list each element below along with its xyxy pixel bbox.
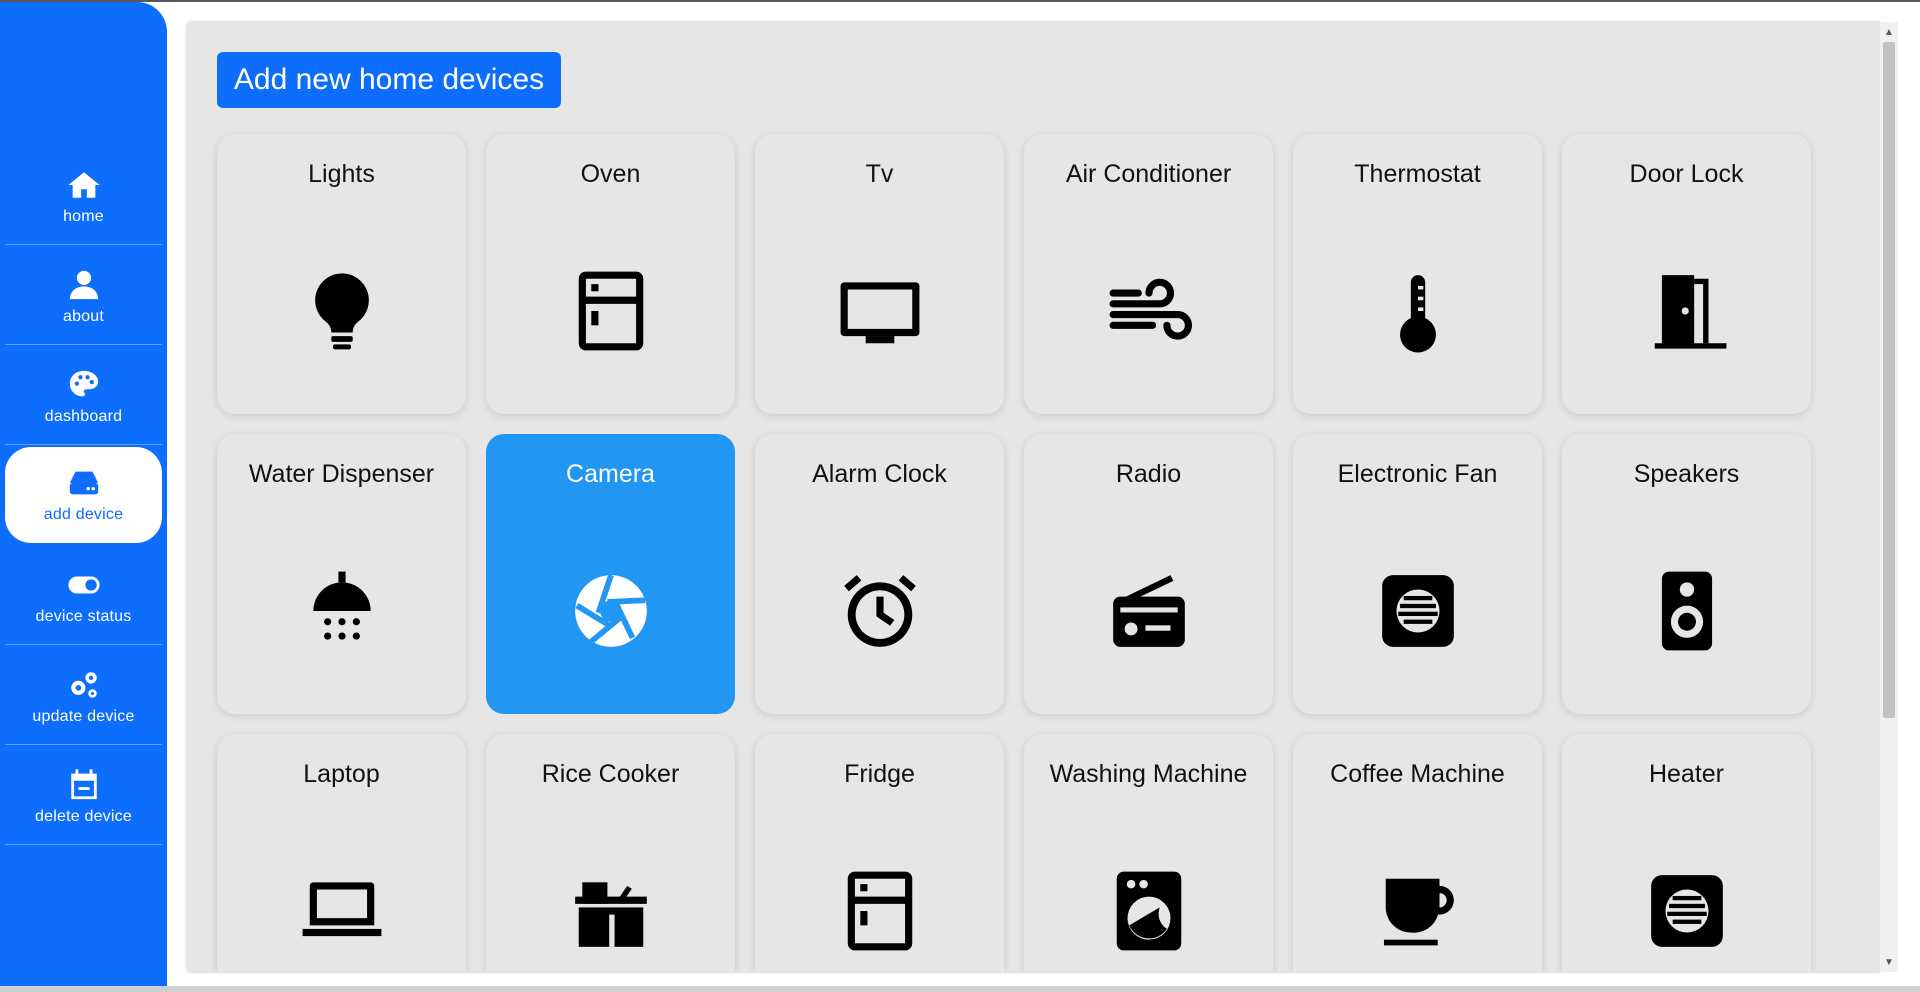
- vertical-scrollbar[interactable]: ▲ ▼: [1880, 22, 1898, 972]
- device-card-water-dispenser[interactable]: Water Dispenser: [217, 434, 466, 714]
- device-name: Door Lock: [1629, 160, 1744, 188]
- sidebar-item-label: add device: [43, 506, 124, 523]
- device-card-laptop[interactable]: Laptop: [217, 734, 466, 972]
- device-card-air-conditioner[interactable]: Air Conditioner: [1024, 134, 1273, 414]
- sidebar-item-label: delete device: [35, 807, 132, 825]
- sidebar-item-delete-device[interactable]: delete device: [5, 749, 162, 845]
- heater-icon: [1644, 868, 1730, 954]
- sidebar-item-device-status[interactable]: device status: [5, 549, 162, 645]
- device-name: Washing Machine: [1049, 760, 1248, 788]
- home-icon: [67, 171, 100, 198]
- door-icon: [1644, 268, 1730, 354]
- scroll-down-arrow-icon[interactable]: ▼: [1880, 954, 1898, 970]
- device-card-electronic-fan[interactable]: Electronic Fan: [1293, 434, 1542, 714]
- laptop-icon: [299, 868, 385, 954]
- sidebar-item-update-device[interactable]: update device: [5, 649, 162, 745]
- calendar-minus-icon: [70, 768, 97, 799]
- device-card-oven[interactable]: Oven: [486, 134, 735, 414]
- device-name: Thermostat: [1354, 160, 1481, 188]
- sidebar-item-about[interactable]: about: [5, 249, 162, 345]
- camera-aperture-icon: [568, 568, 654, 654]
- device-name: Electronic Fan: [1337, 460, 1498, 488]
- device-panel: Add new home devices Lights Oven Tv Air …: [187, 22, 1882, 972]
- alarm-clock-icon: [837, 568, 923, 654]
- device-name: Camera: [566, 460, 655, 488]
- device-card-rice-cooker[interactable]: Rice Cooker: [486, 734, 735, 972]
- sidebar-item-label: dashboard: [44, 407, 123, 425]
- device-card-door-lock[interactable]: Door Lock: [1562, 134, 1811, 414]
- device-card-washing-machine[interactable]: Washing Machine: [1024, 734, 1273, 972]
- device-name: Rice Cooker: [541, 760, 680, 788]
- device-card-alarm-clock[interactable]: Alarm Clock: [755, 434, 1004, 714]
- lightbulb-icon: [299, 268, 385, 354]
- sidebar-item-label: about: [62, 307, 105, 325]
- device-name: Tv: [865, 160, 894, 188]
- device-card-fridge[interactable]: Fridge: [755, 734, 1004, 972]
- oven-icon: [568, 268, 654, 354]
- device-name: Oven: [580, 160, 641, 188]
- radio-icon: [1106, 568, 1192, 654]
- sidebar-item-dashboard[interactable]: dashboard: [5, 349, 162, 445]
- device-card-coffee-machine[interactable]: Coffee Machine: [1293, 734, 1542, 972]
- sidebar-item-add-device[interactable]: add device: [5, 447, 162, 543]
- device-name: Speakers: [1633, 460, 1740, 488]
- device-name: Heater: [1648, 760, 1725, 788]
- device-card-camera[interactable]: Camera: [486, 434, 735, 714]
- toggle-icon: [67, 576, 100, 593]
- sidebar-item-label: home: [63, 207, 104, 225]
- device-card-radio[interactable]: Radio: [1024, 434, 1273, 714]
- thermometer-icon: [1375, 268, 1461, 354]
- palette-icon: [69, 370, 98, 396]
- hard-drive-icon: [69, 471, 98, 495]
- speaker-icon: [1644, 568, 1730, 654]
- device-name: Lights: [308, 160, 375, 188]
- sidebar: home about dashboard add device device s…: [0, 2, 167, 992]
- rice-cooker-icon: [568, 868, 654, 954]
- scroll-thumb[interactable]: [1883, 42, 1895, 718]
- window-bottom-border: [0, 986, 1920, 992]
- tv-icon: [837, 268, 923, 354]
- device-name: Radio: [1115, 460, 1182, 488]
- device-name: Coffee Machine: [1330, 760, 1505, 788]
- add-new-devices-button[interactable]: Add new home devices: [217, 52, 561, 108]
- window-top-border: [0, 0, 1920, 2]
- device-name: Laptop: [303, 760, 380, 788]
- device-card-lights[interactable]: Lights: [217, 134, 466, 414]
- device-card-speakers[interactable]: Speakers: [1562, 434, 1811, 714]
- fridge-icon: [837, 868, 923, 954]
- shower-icon: [299, 568, 385, 654]
- user-icon: [69, 270, 98, 299]
- device-card-thermostat[interactable]: Thermostat: [1293, 134, 1542, 414]
- fan-icon: [1375, 568, 1461, 654]
- device-card-tv[interactable]: Tv: [755, 134, 1004, 414]
- coffee-cup-icon: [1375, 868, 1461, 954]
- sidebar-item-label: device status: [35, 607, 132, 625]
- sidebar-item-home[interactable]: home: [5, 149, 162, 245]
- device-name: Air Conditioner: [1065, 160, 1232, 188]
- wind-icon: [1106, 268, 1192, 354]
- gears-icon: [70, 671, 97, 698]
- washing-machine-icon: [1106, 868, 1192, 954]
- scroll-up-arrow-icon[interactable]: ▲: [1880, 24, 1898, 40]
- device-name: Fridge: [844, 760, 915, 788]
- device-name: Alarm Clock: [812, 460, 947, 488]
- sidebar-item-label: update device: [32, 707, 135, 725]
- device-name: Water Dispenser: [248, 460, 435, 488]
- device-card-heater[interactable]: Heater: [1562, 734, 1811, 972]
